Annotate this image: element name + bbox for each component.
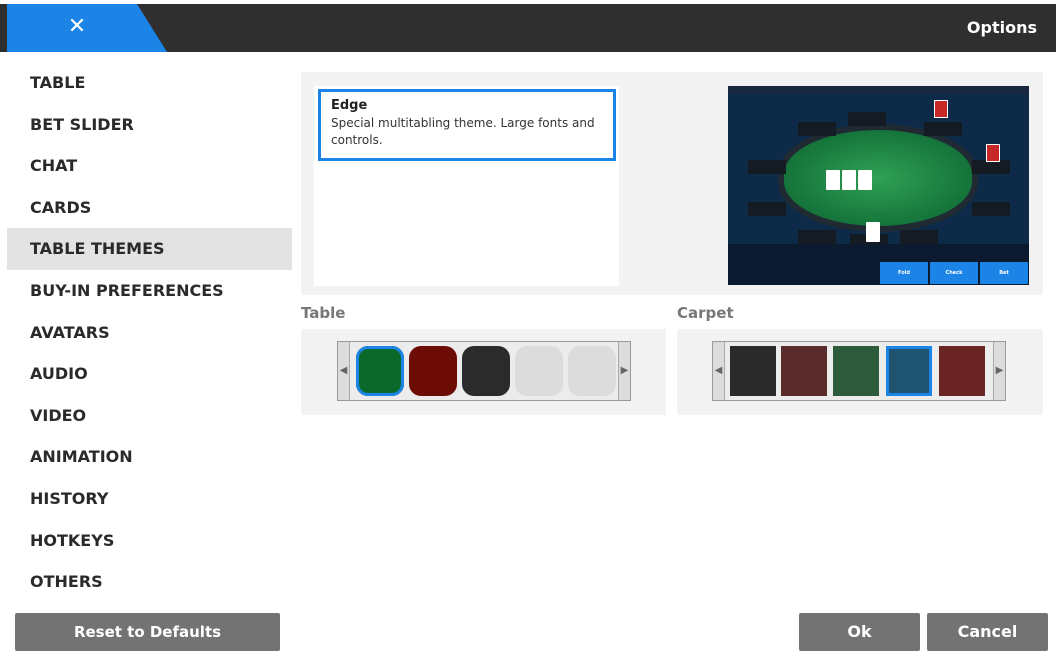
- sidebar-item-history[interactable]: HISTORY: [7, 478, 292, 520]
- sidebar-item-animation[interactable]: ANIMATION: [7, 436, 292, 478]
- preview-seat: [848, 112, 886, 126]
- sidebar-item-chat[interactable]: CHAT: [7, 145, 292, 187]
- preview-top-strip: [728, 86, 1029, 94]
- ok-button[interactable]: Ok: [799, 613, 920, 651]
- theme-name: Edge: [331, 98, 368, 113]
- sidebar-item-bet-slider[interactable]: BET SLIDER: [7, 104, 292, 146]
- table-swatch[interactable]: [409, 346, 457, 396]
- carpet-swatch[interactable]: [781, 346, 827, 396]
- preview-board-card: [858, 170, 872, 190]
- sidebar-item-hotkeys[interactable]: HOTKEYS: [7, 520, 292, 562]
- theme-preview-image: Fold Check Bet: [728, 86, 1029, 285]
- preview-card-back: [986, 144, 1000, 162]
- preview-seat: [924, 122, 962, 136]
- close-tab[interactable]: ✕: [7, 4, 167, 52]
- scroll-left-arrow[interactable]: ◀: [713, 342, 725, 400]
- theme-description: Special multitabling theme. Large fonts …: [331, 116, 595, 147]
- sidebar-item-others[interactable]: OTHERS: [7, 561, 292, 603]
- top-bar: ✕ Options: [0, 4, 1056, 52]
- scroll-left-arrow[interactable]: ◀: [338, 342, 350, 400]
- carpet-swatch[interactable]: [886, 346, 932, 396]
- preview-seat: [972, 160, 1010, 174]
- sidebar-item-cards[interactable]: CARDS: [7, 187, 292, 229]
- preview-bet-button: Bet: [980, 262, 1028, 284]
- scroll-right-arrow[interactable]: ▶: [993, 342, 1005, 400]
- table-picker-label: Table: [301, 304, 346, 322]
- table-swatch-strip: ◀ ▶: [337, 341, 631, 401]
- window-title: Options: [966, 18, 1037, 37]
- preview-seat: [900, 230, 938, 244]
- preview-card-back: [934, 100, 948, 118]
- preview-check-button: Check: [930, 262, 978, 284]
- sidebar-item-avatars[interactable]: AVATARS: [7, 312, 292, 354]
- carpet-swatch[interactable]: [939, 346, 985, 396]
- scroll-right-arrow[interactable]: ▶: [618, 342, 630, 400]
- preview-seat: [748, 160, 786, 174]
- preview-seat: [748, 202, 786, 216]
- preview-table-felt: [784, 130, 972, 226]
- sidebar-item-video[interactable]: VIDEO: [7, 395, 292, 437]
- preview-fold-button: Fold: [880, 262, 928, 284]
- preview-board-card: [826, 170, 840, 190]
- sidebar-item-audio[interactable]: AUDIO: [7, 353, 292, 395]
- preview-seat: [972, 202, 1010, 216]
- sidebar-item-buy-in-preferences[interactable]: BUY-IN PREFERENCES: [7, 270, 292, 312]
- preview-hole-card: [866, 222, 880, 242]
- reset-to-defaults-button[interactable]: Reset to Defaults: [15, 613, 280, 651]
- sidebar-item-table[interactable]: TABLE: [7, 62, 292, 104]
- carpet-picker-panel: ◀ ▶: [677, 329, 1043, 415]
- cancel-button[interactable]: Cancel: [927, 613, 1048, 651]
- table-picker-panel: ◀ ▶: [301, 329, 666, 415]
- preview-board-card: [842, 170, 856, 190]
- theme-panel: Edge Special multitabling theme. Large f…: [301, 72, 1043, 295]
- carpet-swatch[interactable]: [833, 346, 879, 396]
- table-swatch[interactable]: [515, 346, 563, 396]
- table-swatch[interactable]: [462, 346, 510, 396]
- table-swatch[interactable]: [356, 346, 404, 396]
- sidebar-item-table-themes[interactable]: TABLE THEMES: [7, 228, 292, 270]
- carpet-swatch-strip: ◀ ▶: [712, 341, 1006, 401]
- options-sidebar: TABLE BET SLIDER CHAT CARDS TABLE THEMES…: [7, 62, 292, 603]
- carpet-swatch[interactable]: [730, 346, 776, 396]
- theme-item-edge[interactable]: Edge Special multitabling theme. Large f…: [318, 89, 616, 161]
- table-swatch[interactable]: [568, 346, 616, 396]
- preview-seat: [798, 230, 836, 244]
- preview-seat: [798, 122, 836, 136]
- theme-list: Edge Special multitabling theme. Large f…: [314, 86, 619, 286]
- close-icon[interactable]: ✕: [65, 15, 89, 39]
- carpet-picker-label: Carpet: [677, 304, 734, 322]
